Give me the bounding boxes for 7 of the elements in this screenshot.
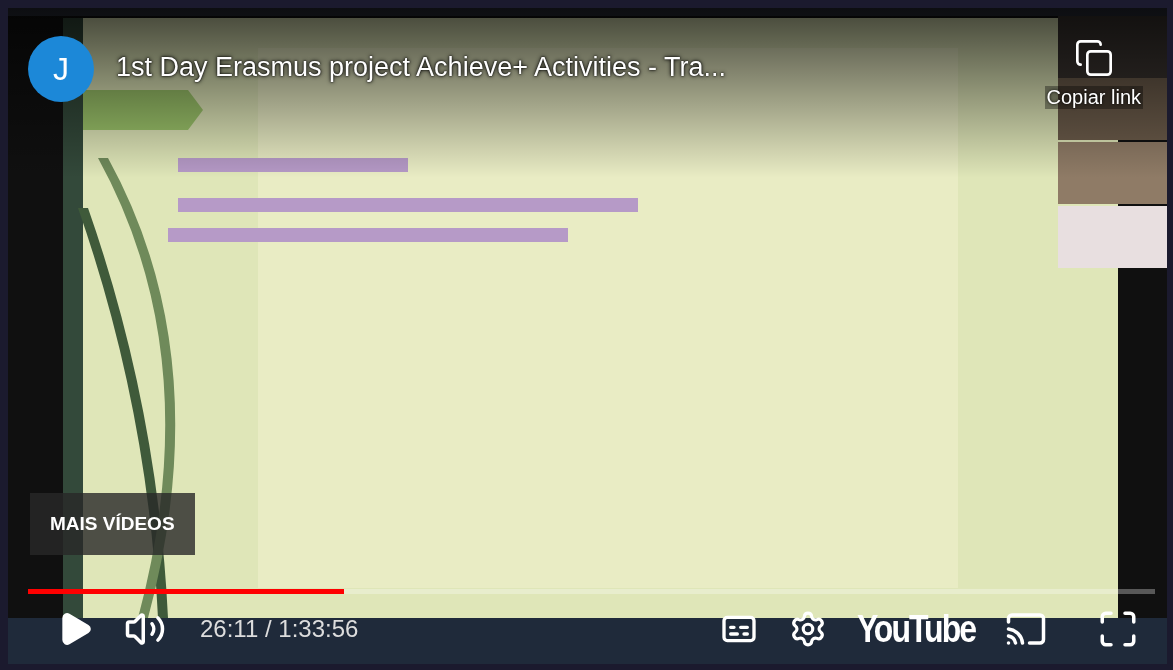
- copy-icon[interactable]: [1073, 38, 1114, 78]
- progress-bar[interactable]: [28, 589, 1155, 594]
- video-title[interactable]: 1st Day Erasmus project Achieve+ Activities - Tra...: [116, 52, 1023, 83]
- youtube-logo[interactable]: YouTube: [856, 606, 975, 652]
- more-videos-button[interactable]: MAIS VÍDEOS: [30, 493, 195, 555]
- copy-link-label[interactable]: Copiar link: [1044, 86, 1143, 109]
- time-display: 26:11 / 1:33:56: [200, 615, 359, 643]
